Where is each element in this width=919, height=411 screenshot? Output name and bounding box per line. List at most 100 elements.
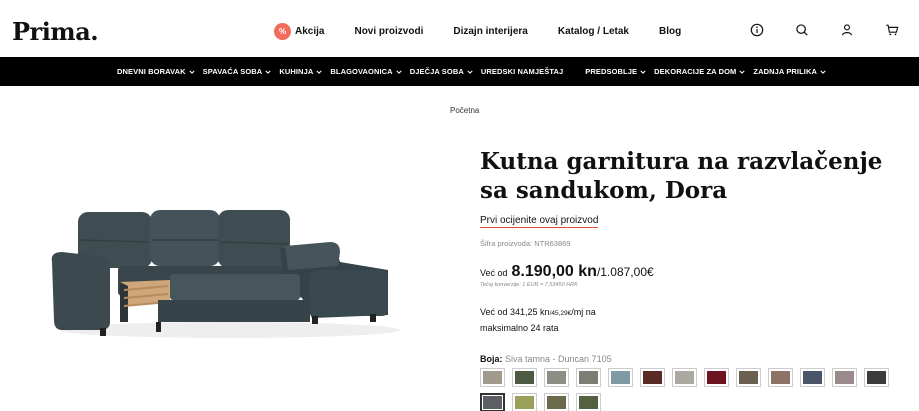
nav-label: Blog <box>658 26 682 37</box>
installment-post: /mj na <box>571 307 596 317</box>
color-swatch[interactable] <box>768 368 793 387</box>
installment-pre: Već od 341,25 kn <box>480 307 550 317</box>
swatch-fill <box>515 371 534 384</box>
nav-label: Novi proizvodi <box>354 26 424 37</box>
category-label: UREDSKI NAMJEŠTAJ <box>480 67 564 76</box>
chevron-down-icon <box>265 69 271 75</box>
chevron-down-icon <box>316 69 322 75</box>
user-icon[interactable] <box>840 23 854 37</box>
chevron-down-icon <box>396 69 402 75</box>
color-swatches <box>480 368 919 411</box>
swatch-fill <box>579 371 598 384</box>
chevron-down-icon <box>189 69 195 75</box>
color-swatch[interactable] <box>672 368 697 387</box>
swatch-fill <box>547 396 566 409</box>
color-value: Siva tamna - Duncan 7105 <box>505 354 612 364</box>
category-blagovaonica[interactable]: BLAGOVAONICA <box>330 67 402 76</box>
discount-badge-icon: % <box>274 23 291 40</box>
search-icon[interactable] <box>795 23 809 37</box>
category-bar: DNEVNI BORAVAK SPAVAĆA SOBA KUHINJA BLAG… <box>0 57 919 86</box>
color-swatch[interactable] <box>480 393 505 411</box>
nav-label: Akcija <box>295 26 325 37</box>
product-info: Kutna garnitura na razvlačenje sa sanduk… <box>480 147 900 364</box>
logo[interactable]: Prima. <box>12 17 99 46</box>
category-dekoracije[interactable]: DEKORACIJE ZA DOM <box>654 67 746 76</box>
chevron-down-icon <box>739 69 746 75</box>
category-predsoblje[interactable]: PREDSOBLJE <box>585 67 646 76</box>
category-label: BLAGOVAONICA <box>330 67 393 76</box>
color-swatch[interactable] <box>544 393 569 411</box>
nav-label: Dizajn interijera <box>453 26 528 37</box>
category-spavaca-soba[interactable]: SPAVAĆA SOBA <box>203 67 272 76</box>
top-nav: % Akcija Novi proizvodi Dizajn interijer… <box>274 23 711 40</box>
product-sku: Šifra proizvoda: NTR63869 <box>480 239 571 248</box>
price-eur: 1.087,00€ <box>600 265 654 279</box>
color-swatch[interactable] <box>640 368 665 387</box>
category-label: ZADNJA PRILIKA <box>753 67 818 76</box>
nav-label: Katalog / Letak <box>557 26 629 37</box>
category-label: DEKORACIJE ZA DOM <box>654 67 737 76</box>
price-row: Već od 8.190,00 kn / 1.087,00€ <box>480 263 900 281</box>
color-swatch[interactable] <box>736 368 761 387</box>
chevron-down-icon <box>467 69 473 75</box>
category-label: PREDSOBLJE <box>585 67 638 76</box>
swatch-fill <box>579 396 598 409</box>
color-swatch[interactable] <box>832 368 857 387</box>
swatch-fill <box>835 371 854 384</box>
site-header: Prima. % Akcija Novi proizvodi Dizajn in… <box>0 0 919 57</box>
swatch-fill <box>867 371 886 384</box>
swatch-fill <box>643 371 662 384</box>
price-from-label: Već od <box>480 268 508 278</box>
nav-novi-proizvodi[interactable]: Novi proizvodi <box>354 26 423 37</box>
cart-icon[interactable] <box>885 23 899 37</box>
category-label: KUHINJA <box>279 67 314 76</box>
product-image[interactable] <box>40 190 400 350</box>
color-swatch[interactable] <box>512 368 537 387</box>
color-swatch[interactable] <box>544 368 569 387</box>
color-label: Boja: <box>480 354 503 364</box>
color-swatch[interactable] <box>480 368 505 387</box>
color-swatch[interactable] <box>576 368 601 387</box>
category-dnevni-boravak[interactable]: DNEVNI BORAVAK <box>117 67 195 76</box>
color-swatch[interactable] <box>576 393 601 411</box>
nav-dizajn-interijera[interactable]: Dizajn interijera <box>453 26 527 37</box>
swatch-fill <box>707 371 726 384</box>
breadcrumb-home[interactable]: Početna <box>450 106 479 115</box>
conversion-rate: Tečaj konverzije: 1 EUR = 7,53450 HRK <box>480 282 578 288</box>
swatch-fill <box>483 396 502 409</box>
nav-katalog[interactable]: Katalog / Letak <box>558 26 629 37</box>
nav-akcija[interactable]: % Akcija <box>274 23 324 40</box>
sofa-illustration <box>51 210 400 338</box>
category-label: SPAVAĆA SOBA <box>202 67 263 76</box>
installment-eur: /45,29€ <box>549 310 572 317</box>
category-label: DJEČJA SOBA <box>409 67 464 76</box>
category-label: DNEVNI BORAVAK <box>117 67 186 76</box>
swatch-fill <box>483 371 502 384</box>
category-kuhinja[interactable]: KUHINJA <box>279 67 322 76</box>
swatch-fill <box>739 371 758 384</box>
swatch-fill <box>803 371 822 384</box>
color-swatch[interactable] <box>512 393 537 411</box>
info-icon[interactable] <box>750 23 764 37</box>
nav-blog[interactable]: Blog <box>659 26 681 37</box>
price-main: 8.190,00 kn <box>511 263 597 280</box>
category-uredski-namjestaj[interactable]: UREDSKI NAMJEŠTAJ <box>481 67 563 76</box>
color-swatch[interactable] <box>864 368 889 387</box>
color-swatch[interactable] <box>704 368 729 387</box>
category-zadnja-prilika[interactable]: ZADNJA PRILIKA <box>753 67 826 76</box>
installment-info: Već od 341,25 kn/45,29€/mj na maksimalno… <box>480 305 630 336</box>
product-title: Kutna garnitura na razvlačenje sa sanduk… <box>480 148 883 204</box>
color-selection: Boja: Siva tamna - Duncan 7105 <box>480 354 900 364</box>
installment-line2: maksimalno 24 rata <box>480 323 559 333</box>
rate-product-link[interactable]: Prvi ocijenite ovaj proizvod <box>480 215 599 228</box>
swatch-fill <box>771 371 790 384</box>
category-djecja-soba[interactable]: DJEČJA SOBA <box>410 67 473 76</box>
chevron-down-icon <box>820 69 826 75</box>
color-swatch[interactable] <box>608 368 633 387</box>
swatch-fill <box>611 371 630 384</box>
breadcrumb: Početna <box>450 106 479 115</box>
color-swatch[interactable] <box>800 368 825 387</box>
swatch-fill <box>515 396 534 409</box>
category-list: DNEVNI BORAVAK SPAVAĆA SOBA KUHINJA BLAG… <box>117 67 834 76</box>
header-icons <box>750 23 899 37</box>
